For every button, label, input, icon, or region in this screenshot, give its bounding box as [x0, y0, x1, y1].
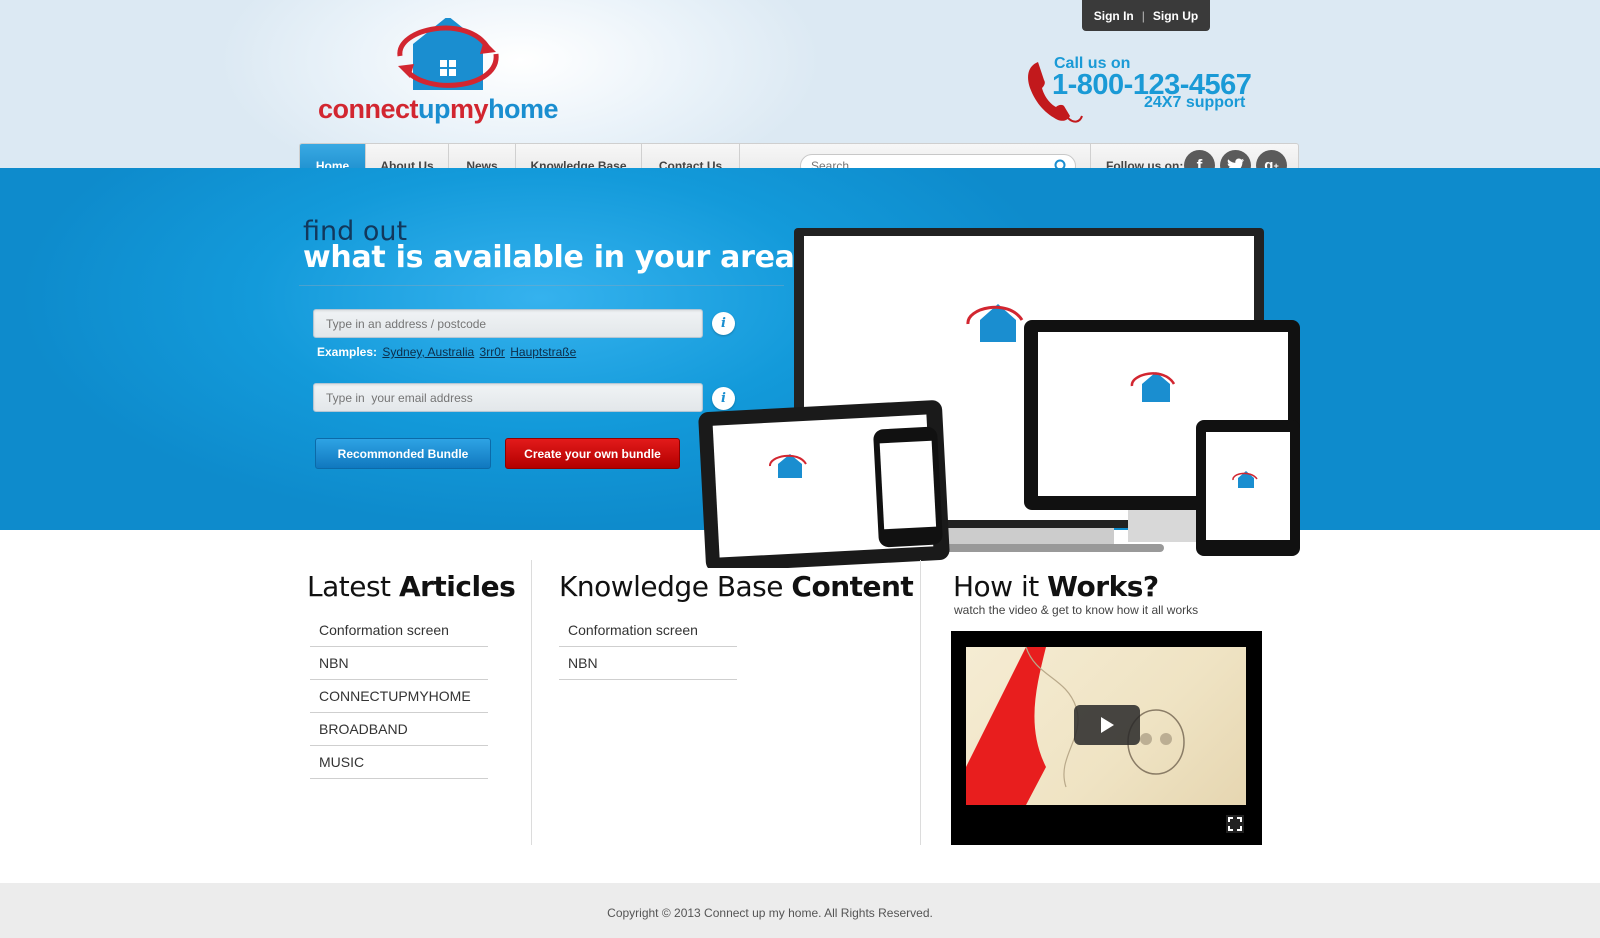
- examples-line: Examples: Sydney, Australia 3rr0r Haupts…: [317, 345, 576, 359]
- example-link-sydney[interactable]: Sydney, Australia: [382, 345, 474, 359]
- article-link[interactable]: Conformation screen: [310, 614, 488, 647]
- create-bundle-button[interactable]: Create your own bundle: [505, 438, 680, 469]
- article-link[interactable]: BROADBAND: [310, 713, 488, 746]
- logo-part-up: up: [418, 94, 451, 124]
- devices-illustration: [698, 228, 1300, 568]
- video-player[interactable]: [951, 631, 1262, 845]
- knowledge-base-title-light: Knowledge Base: [559, 570, 792, 603]
- article-link[interactable]: NBN: [310, 647, 488, 680]
- article-link[interactable]: CONNECTUPMYHOME: [310, 680, 488, 713]
- logo-part-connect: connect: [318, 94, 419, 124]
- email-input[interactable]: [314, 384, 702, 411]
- latest-articles-title-bold: Articles: [398, 570, 516, 603]
- column-divider: [920, 560, 921, 845]
- support-label: 24X7 support: [1144, 94, 1246, 111]
- logo-part-home: home: [488, 94, 559, 124]
- examples-label: Examples:: [317, 345, 378, 359]
- example-link-3rr0r[interactable]: 3rr0r: [480, 345, 505, 359]
- email-field: [313, 383, 703, 412]
- logo-part-my: my: [450, 94, 489, 124]
- column-divider: [531, 560, 532, 845]
- address-field: [313, 309, 703, 338]
- latest-articles-title: Latest Articles: [307, 570, 516, 603]
- knowledge-base-title-bold: Content: [791, 570, 914, 603]
- recommended-bundle-button[interactable]: Recommonded Bundle: [315, 438, 491, 469]
- auth-separator: |: [1141, 8, 1145, 23]
- how-it-works-title-bold: Works?: [1047, 570, 1159, 603]
- play-button[interactable]: [1074, 705, 1140, 745]
- knowledge-base-list: Conformation screen NBN: [559, 614, 737, 680]
- logo-wordmark[interactable]: connectupmyhome: [318, 94, 559, 125]
- how-it-works-title: How it Works?: [953, 570, 1159, 603]
- how-it-works-title-light: How it: [953, 570, 1048, 603]
- latest-articles-list: Conformation screen NBN CONNECTUPMYHOME …: [310, 614, 488, 779]
- play-icon: [1101, 717, 1114, 733]
- latest-articles-title-light: Latest: [307, 570, 399, 603]
- footer: Copyright © 2013 Connect up my home. All…: [0, 883, 1600, 938]
- knowledge-base-title: Knowledge Base Content: [559, 570, 914, 603]
- fullscreen-icon[interactable]: [1226, 815, 1244, 833]
- video-thumbnail: [966, 647, 1246, 805]
- knowledge-link[interactable]: NBN: [559, 647, 737, 680]
- sign-up-link[interactable]: Sign Up: [1153, 9, 1198, 23]
- auth-bar: Sign In | Sign Up: [1082, 0, 1210, 31]
- address-input[interactable]: [314, 310, 702, 337]
- how-it-works-subtitle: watch the video & get to know how it all…: [954, 603, 1199, 617]
- example-link-hauptstrasse[interactable]: Hauptstraße: [510, 345, 576, 359]
- knowledge-link[interactable]: Conformation screen: [559, 614, 737, 647]
- sign-in-link[interactable]: Sign In: [1094, 9, 1134, 23]
- copyright-text: Copyright © 2013 Connect up my home. All…: [607, 906, 933, 920]
- article-link[interactable]: MUSIC: [310, 746, 488, 779]
